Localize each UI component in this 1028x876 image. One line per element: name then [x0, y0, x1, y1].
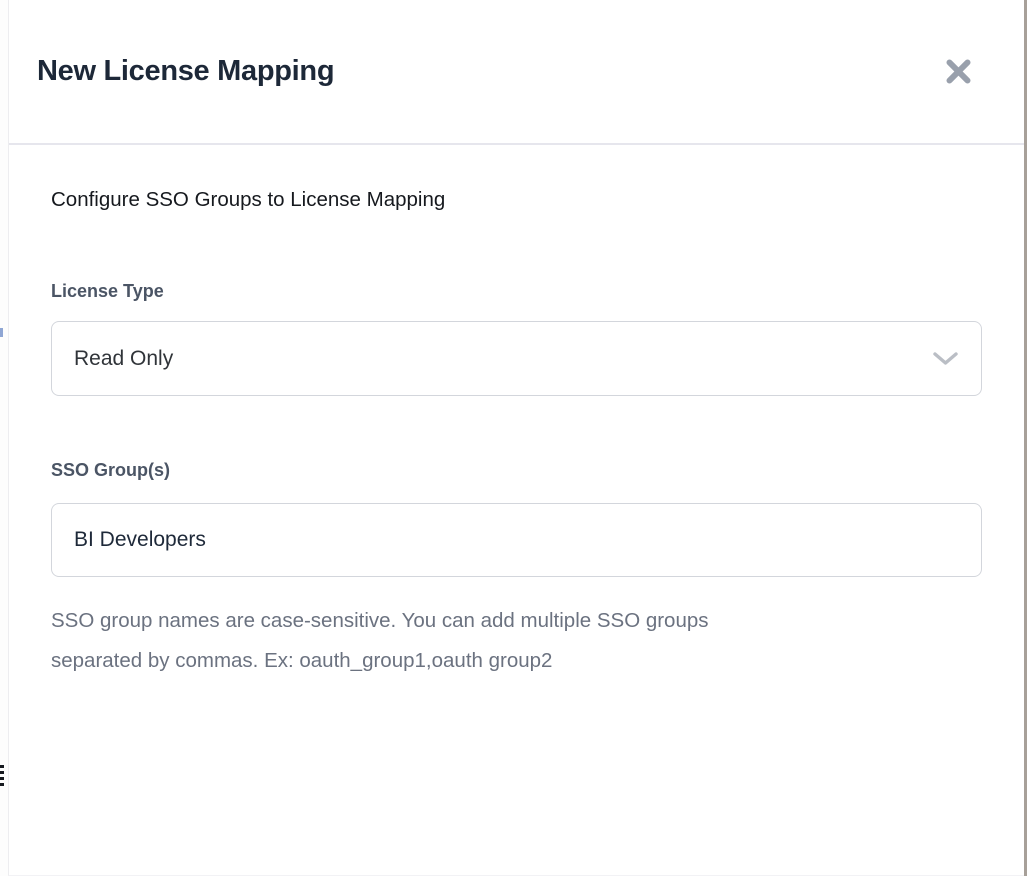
- background-text-fragment: [0, 777, 4, 780]
- close-button[interactable]: [936, 50, 980, 94]
- sso-groups-helper-text: SSO group names are case-sensitive. You …: [51, 601, 982, 681]
- new-license-mapping-modal: New License Mapping Configure SSO Groups…: [8, 0, 1024, 876]
- sso-groups-label: SSO Group(s): [51, 459, 982, 481]
- helper-line-2: separated by commas. Ex: oauth_group1,oa…: [51, 641, 982, 681]
- sso-groups-input[interactable]: [51, 503, 982, 577]
- header-divider: [9, 143, 1024, 145]
- modal-header: New License Mapping: [9, 0, 1024, 143]
- chevron-down-icon: [932, 351, 959, 367]
- window-right-edge: [1024, 0, 1027, 876]
- modal-description: Configure SSO Groups to License Mapping: [51, 186, 982, 214]
- license-type-selected-value: Read Only: [74, 347, 173, 371]
- background-text-fragment: [0, 765, 4, 768]
- background-link-fragment: [0, 328, 3, 337]
- modal-body: Configure SSO Groups to License Mapping …: [9, 186, 1024, 681]
- modal-title: New License Mapping: [37, 55, 334, 88]
- background-page-edge: [0, 0, 8, 876]
- license-type-label: License Type: [51, 280, 982, 302]
- background-text-fragment: [0, 783, 4, 786]
- background-text-fragment: [0, 771, 4, 774]
- license-type-select[interactable]: Read Only: [51, 321, 982, 396]
- close-icon: [943, 56, 974, 87]
- helper-line-1: SSO group names are case-sensitive. You …: [51, 601, 982, 641]
